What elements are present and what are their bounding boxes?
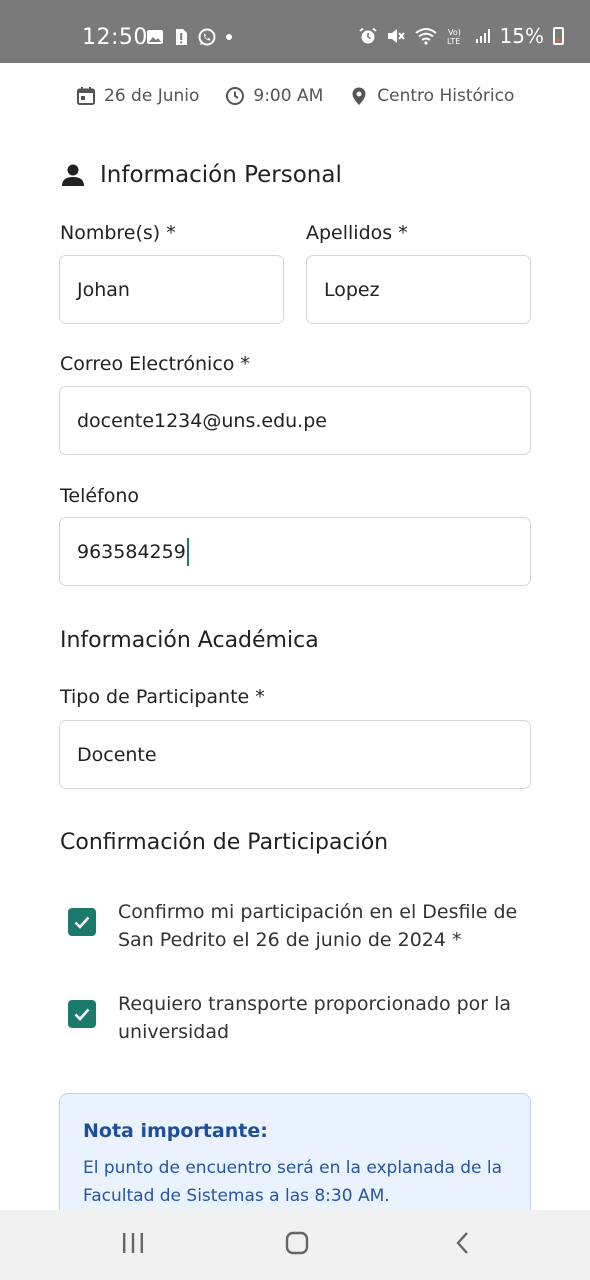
phone-label: Teléfono [60, 485, 140, 507]
event-meta: 26 de Junio 9:00 AM Centro Histórico [76, 86, 540, 106]
status-bar: 12:50 Vo) LTE 15% [0, 0, 590, 63]
wifi-icon [414, 28, 437, 45]
email-field[interactable]: docente1234@uns.edu.pe [59, 386, 531, 455]
note-title: Nota importante: [83, 1120, 268, 1142]
event-date-text: 26 de Junio [104, 86, 200, 106]
notification-icons [146, 28, 232, 46]
person-icon [62, 164, 84, 186]
personal-info-title: Información Personal [100, 162, 342, 188]
transport-row[interactable]: Requiero transporte proporcionado por la… [68, 990, 528, 1046]
location-pin-icon [352, 87, 366, 105]
phone-value: 963584259 [77, 540, 186, 563]
system-icons: Vo) LTE 15% [358, 24, 564, 48]
battery-percent: 15% [499, 24, 544, 48]
last-name-field[interactable]: Lopez [306, 255, 531, 324]
calendar-icon [77, 87, 95, 105]
back-icon[interactable] [450, 1230, 476, 1256]
sim-alert-icon [176, 29, 187, 45]
participant-type-value: Docente [77, 743, 157, 766]
recent-apps-icon[interactable] [120, 1230, 146, 1256]
first-name-value: Johan [77, 278, 130, 301]
personal-info-header: Información Personal [60, 162, 342, 188]
participant-type-label: Tipo de Participante * [60, 686, 265, 708]
last-name-value: Lopez [324, 278, 380, 301]
more-notifications-icon [226, 34, 232, 40]
transport-text: Requiero transporte proporcionado por la… [118, 993, 512, 1043]
first-name-field[interactable]: Johan [59, 255, 284, 324]
status-time: 12:50 [82, 25, 148, 50]
event-date: 26 de Junio [76, 86, 199, 106]
home-icon[interactable] [284, 1230, 310, 1256]
last-name-label: Apellidos * [306, 222, 408, 244]
navigation-bar [0, 1210, 590, 1280]
email-label: Correo Electrónico * [60, 353, 250, 375]
whatsapp-icon [198, 28, 216, 46]
event-time-text: 9:00 AM [253, 86, 324, 106]
checkmark-icon [74, 916, 90, 929]
volte-icon: Vo)LTE [447, 28, 461, 46]
text-cursor [186, 537, 189, 566]
mute-icon [387, 29, 405, 43]
academic-info-title: Información Académica [60, 628, 319, 653]
event-location: Centro Histórico [349, 86, 514, 106]
signal-icon [475, 29, 490, 43]
event-time: 9:00 AM [225, 86, 323, 106]
checkmark-icon [74, 1008, 90, 1021]
confirm-participation-checkbox[interactable] [68, 908, 96, 936]
gallery-icon [147, 30, 163, 44]
participant-type-select[interactable]: Docente [59, 720, 531, 789]
alarm-icon [358, 27, 377, 44]
email-value: docente1234@uns.edu.pe [77, 409, 327, 432]
confirmation-title: Confirmación de Participación [60, 830, 389, 855]
first-name-label: Nombre(s) * [60, 222, 176, 244]
confirm-participation-text: Confirmo mi participación en el Desfile … [118, 901, 518, 951]
event-location-text: Centro Histórico [377, 86, 515, 106]
confirm-participation-row[interactable]: Confirmo mi participación en el Desfile … [68, 898, 528, 954]
transport-checkbox[interactable] [68, 1000, 96, 1028]
note-text: El punto de encuentro será en la explana… [83, 1158, 503, 1206]
battery-icon [553, 27, 564, 45]
svg-text:LTE: LTE [447, 37, 460, 46]
svg-text:Vo): Vo) [448, 28, 461, 37]
phone-field[interactable]: 963584259 [59, 517, 531, 586]
clock-icon [226, 87, 245, 105]
